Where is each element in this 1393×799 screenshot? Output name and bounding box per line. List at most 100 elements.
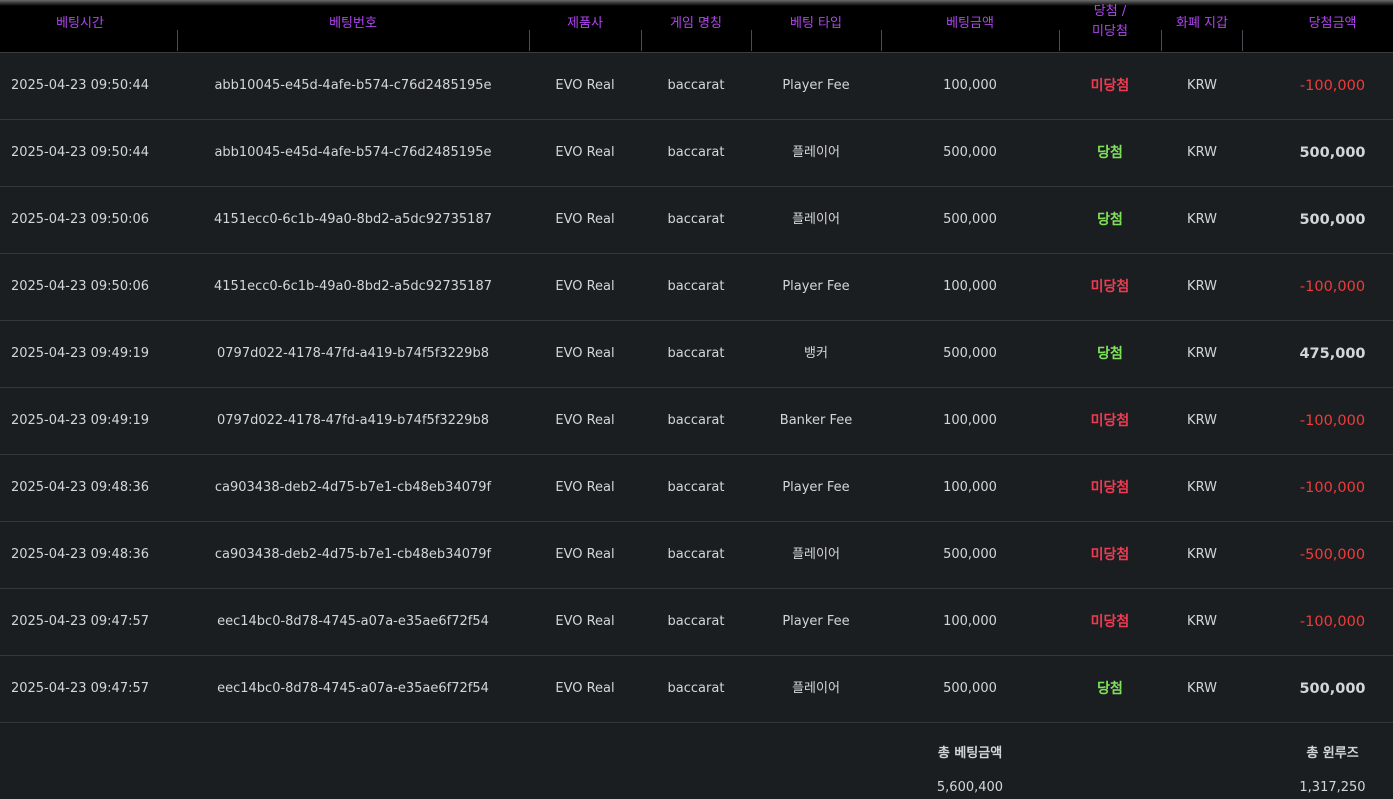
total-bet-value: 5,600,400 — [936, 780, 1004, 795]
table-row[interactable]: 2025-04-23 09:49:19 0797d022-4178-47fd-a4… — [0, 321, 1393, 388]
game-name-cell: baccarat — [667, 547, 725, 562]
bet-amount-cell: 100,000 — [943, 279, 997, 294]
bet-id-cell: eec14bc0-8d78-4745-a07a-e35ae6f72f54 — [217, 614, 489, 629]
table-row[interactable]: 2025-04-23 09:48:36 ca903438-deb2-4d75-b7… — [0, 455, 1393, 522]
bet-amount-cell: 100,000 — [943, 413, 997, 428]
product-cell: EVO Real — [555, 413, 615, 428]
product-cell: EVO Real — [555, 346, 615, 361]
col-header-bet-id[interactable]: 베팅번호 — [178, 0, 528, 52]
table-header: 베팅시간 베팅번호 제품사 게임 명칭 베팅 타입 베팅금액 당첨 / 미당첨 … — [0, 0, 1393, 53]
col-divider — [641, 30, 642, 51]
bet-time-cell: 2025-04-23 09:50:06 — [10, 212, 150, 227]
win-amount-cell: -100,000 — [1299, 480, 1366, 496]
game-name-cell: baccarat — [667, 413, 725, 428]
bet-time-cell: 2025-04-23 09:48:36 — [10, 547, 150, 562]
bet-history-table: 베팅시간 베팅번호 제품사 게임 명칭 베팅 타입 베팅금액 당첨 / 미당첨 … — [0, 0, 1393, 799]
game-name-cell: baccarat — [667, 681, 725, 696]
currency-cell: KRW — [1187, 614, 1217, 629]
bet-type-cell: Player Fee — [782, 480, 850, 495]
result-cell: 미당첨 — [1090, 480, 1130, 496]
currency-cell: KRW — [1187, 279, 1217, 294]
result-cell: 미당첨 — [1090, 614, 1130, 630]
col-header-result-line1: 당첨 / — [1093, 4, 1127, 19]
win-amount-cell: -100,000 — [1299, 413, 1366, 429]
game-name-cell: baccarat — [667, 346, 725, 361]
game-name-cell: baccarat — [667, 212, 725, 227]
bet-time-cell: 2025-04-23 09:49:19 — [10, 413, 150, 428]
table-row[interactable]: 2025-04-23 09:50:44 abb10045-e45d-4afe-b5… — [0, 53, 1393, 120]
win-amount-cell: 500,000 — [1299, 145, 1366, 161]
bet-time-cell: 2025-04-23 09:50:44 — [10, 78, 150, 93]
product-cell: EVO Real — [555, 212, 615, 227]
product-cell: EVO Real — [555, 145, 615, 160]
bet-amount-cell: 100,000 — [943, 78, 997, 93]
bet-amount-cell: 500,000 — [943, 145, 997, 160]
product-cell: EVO Real — [555, 279, 615, 294]
bet-time-cell: 2025-04-23 09:49:19 — [10, 346, 150, 361]
bet-type-cell: Player Fee — [782, 279, 850, 294]
win-amount-cell: 500,000 — [1299, 212, 1366, 228]
currency-cell: KRW — [1187, 78, 1217, 93]
currency-cell: KRW — [1187, 681, 1217, 696]
currency-cell: KRW — [1187, 346, 1217, 361]
col-header-time[interactable]: 베팅시간 — [0, 0, 160, 52]
col-divider — [881, 30, 882, 51]
table-row[interactable]: 2025-04-23 09:47:57 eec14bc0-8d78-4745-a0… — [0, 589, 1393, 656]
bet-time-cell: 2025-04-23 09:48:36 — [10, 480, 150, 495]
col-header-result[interactable]: 당첨 / 미당첨 — [1060, 0, 1160, 52]
product-cell: EVO Real — [555, 614, 615, 629]
table-row[interactable]: 2025-04-23 09:48:36 ca903438-deb2-4d75-b7… — [0, 522, 1393, 589]
win-amount-cell: -100,000 — [1299, 614, 1366, 630]
bet-type-cell: 플레이어 — [792, 547, 840, 562]
bet-amount-cell: 500,000 — [943, 681, 997, 696]
result-cell: 미당첨 — [1090, 78, 1130, 94]
total-bet-label: 총 베팅금액 — [937, 746, 1003, 761]
table-row[interactable]: 2025-04-23 09:50:06 4151ecc0-6c1b-49a0-8b… — [0, 254, 1393, 321]
col-header-game[interactable]: 게임 명칭 — [642, 0, 750, 52]
col-header-bet-amount[interactable]: 베팅금액 — [882, 0, 1058, 52]
col-divider — [1059, 30, 1060, 51]
result-cell: 미당첨 — [1090, 413, 1130, 429]
product-cell: EVO Real — [555, 480, 615, 495]
currency-cell: KRW — [1187, 480, 1217, 495]
bet-id-cell: eec14bc0-8d78-4745-a07a-e35ae6f72f54 — [217, 681, 489, 696]
game-name-cell: baccarat — [667, 78, 725, 93]
bet-time-cell: 2025-04-23 09:50:06 — [10, 279, 150, 294]
bet-amount-cell: 100,000 — [943, 480, 997, 495]
table-row[interactable]: 2025-04-23 09:50:44 abb10045-e45d-4afe-b5… — [0, 120, 1393, 187]
product-cell: EVO Real — [555, 78, 615, 93]
currency-cell: KRW — [1187, 547, 1217, 562]
col-header-bet-type[interactable]: 베팅 타입 — [752, 0, 880, 52]
col-header-product[interactable]: 제품사 — [530, 0, 640, 52]
bet-time-cell: 2025-04-23 09:47:57 — [10, 681, 150, 696]
win-amount-cell: -500,000 — [1299, 547, 1366, 563]
bet-time-cell: 2025-04-23 09:50:44 — [10, 145, 150, 160]
table-row[interactable]: 2025-04-23 09:50:06 4151ecc0-6c1b-49a0-8b… — [0, 187, 1393, 254]
col-header-win-amount[interactable]: 당첨금액 — [1270, 0, 1393, 52]
bet-amount-cell: 500,000 — [943, 212, 997, 227]
product-cell: EVO Real — [555, 547, 615, 562]
result-cell: 당첨 — [1097, 212, 1123, 228]
table-row[interactable]: 2025-04-23 09:49:19 0797d022-4178-47fd-a4… — [0, 388, 1393, 455]
product-cell: EVO Real — [555, 681, 615, 696]
game-name-cell: baccarat — [667, 614, 725, 629]
currency-cell: KRW — [1187, 413, 1217, 428]
col-divider — [1242, 30, 1243, 51]
table-row[interactable]: 2025-04-23 09:47:57 eec14bc0-8d78-4745-a0… — [0, 656, 1393, 723]
bet-time-cell: 2025-04-23 09:47:57 — [10, 614, 150, 629]
bet-amount-cell: 500,000 — [943, 547, 997, 562]
win-amount-cell: 475,000 — [1299, 346, 1366, 362]
bet-type-cell: 플레이어 — [792, 145, 840, 160]
bet-id-cell: 4151ecc0-6c1b-49a0-8bd2-a5dc92735187 — [214, 212, 492, 227]
total-winlose-label: 총 윈루즈 — [1306, 746, 1359, 761]
bet-type-cell: Player Fee — [782, 78, 850, 93]
bet-id-cell: 0797d022-4178-47fd-a419-b74f5f3229b8 — [217, 346, 489, 361]
game-name-cell: baccarat — [667, 480, 725, 495]
col-header-currency[interactable]: 화폐 지갑 — [1162, 0, 1242, 52]
bet-id-cell: abb10045-e45d-4afe-b574-c76d2485195e — [214, 78, 492, 93]
bet-type-cell: 플레이어 — [792, 212, 840, 227]
col-divider — [1161, 30, 1162, 51]
bet-type-cell: Banker Fee — [779, 413, 853, 428]
total-winlose-value: 1,317,250 — [1299, 780, 1366, 795]
table-footer: 총 베팅금액 5,600,400 총 윈루즈 1,317,250 — [0, 724, 1393, 799]
